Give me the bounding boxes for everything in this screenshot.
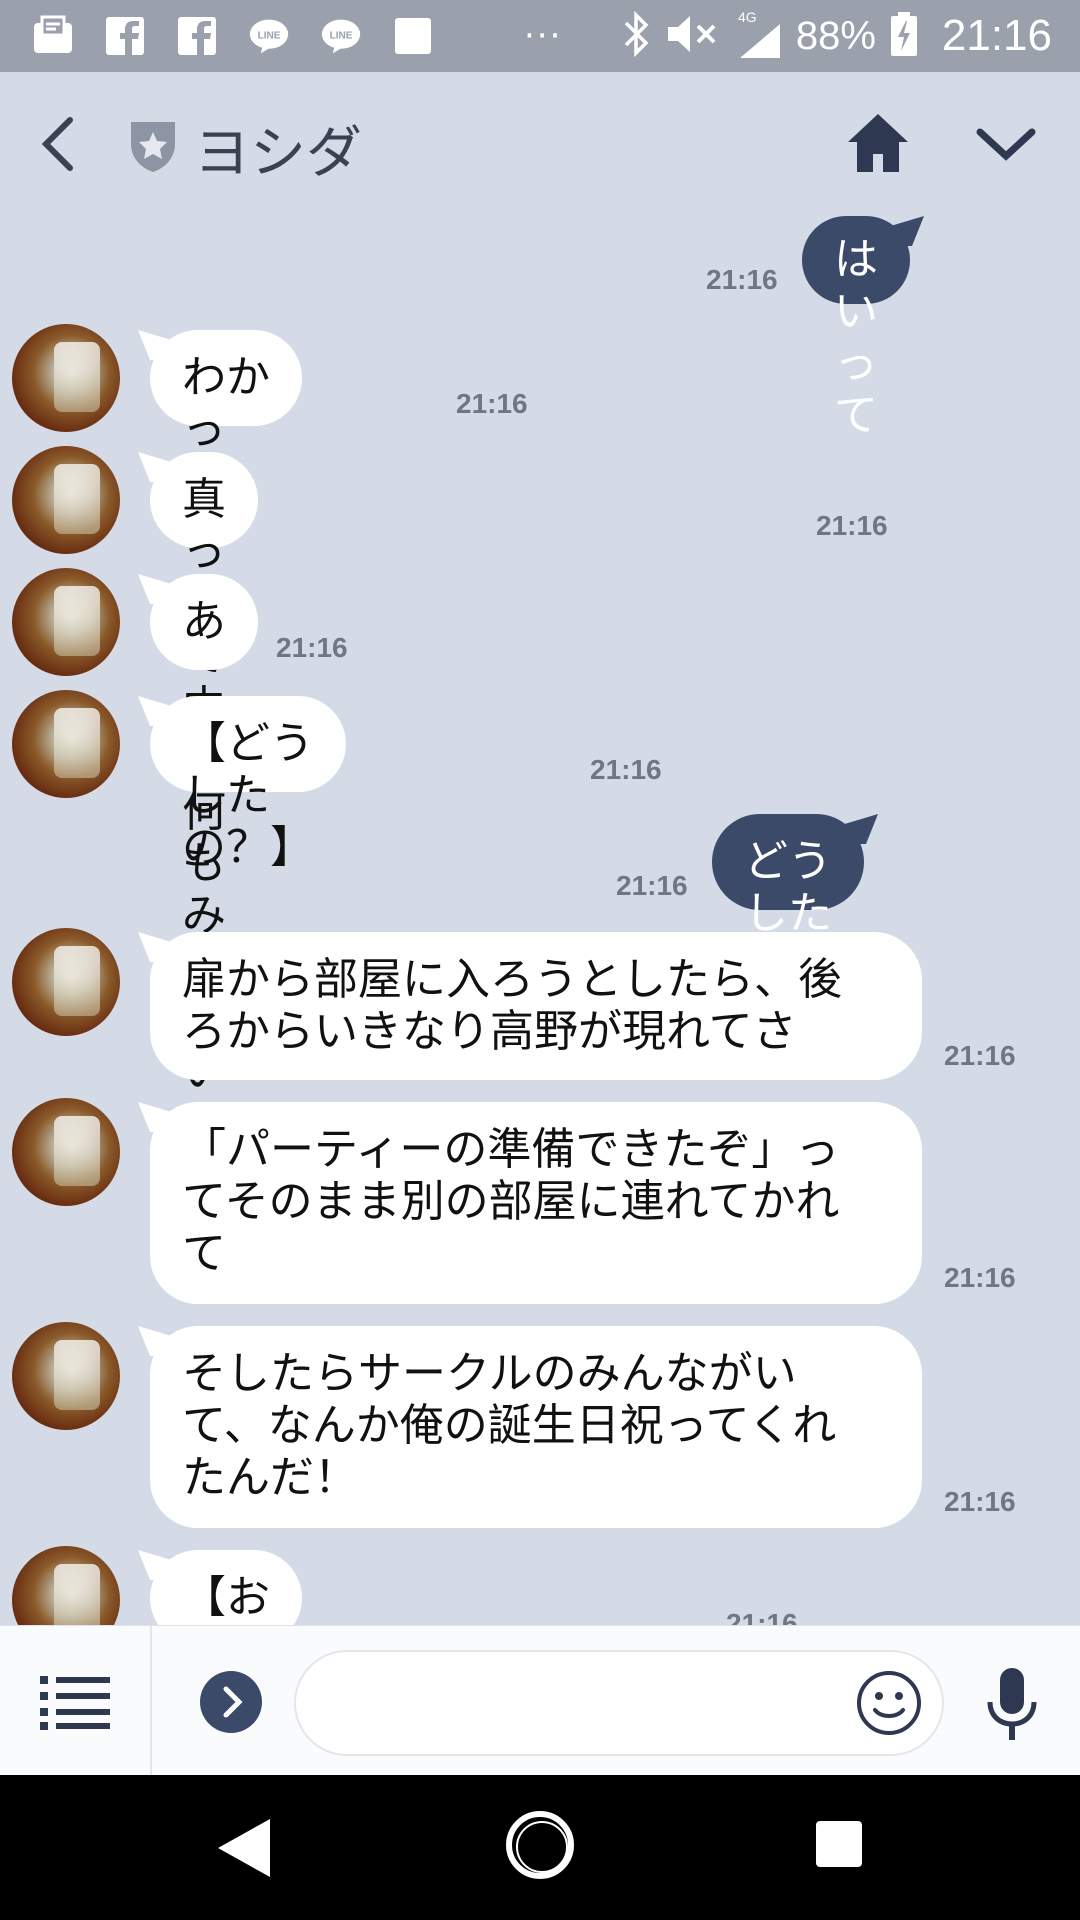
status-time: 21:16 [941, 11, 1052, 60]
message-bubble[interactable]: あ [150, 574, 258, 670]
chat-title: ヨシダ [194, 121, 362, 186]
expand-icon[interactable] [200, 1671, 262, 1733]
battery-charging-icon [890, 11, 918, 61]
status-bar: LINE LINE ··· 4G 88% 21:16 [0, 0, 1080, 72]
notification-icons: LINE LINE ··· [32, 14, 562, 58]
mail-icon [32, 15, 74, 57]
home-icon[interactable] [846, 112, 910, 174]
svg-text:LINE: LINE [330, 31, 353, 42]
microphone-icon[interactable] [984, 1666, 1040, 1746]
facebook-icon [176, 15, 218, 57]
chat-header: ヨシダ [0, 72, 1080, 212]
official-badge-icon [128, 118, 178, 174]
message-bubble[interactable]: そしたらサークルのみんながい て、なんか俺の誕生日祝ってくれ たんだ！ [150, 1326, 922, 1528]
message-bubble[interactable]: 「パーティーの準備できたぞ」っ てそのまま別の部屋に連れてかれ て [150, 1102, 922, 1304]
bluetooth-icon [620, 10, 652, 61]
message-input[interactable] [294, 1650, 944, 1756]
message-bubble[interactable]: 【どうしたの？】 [150, 696, 346, 873]
message-time: 21:16 [944, 1262, 1016, 1293]
message-list[interactable]: 21:16 はいって わかった。 21:16 真っ暗で中が何もみえないよ 21:… [0, 212, 1080, 1625]
emoji-icon[interactable] [856, 1670, 922, 1736]
nav-back-icon[interactable] [214, 1815, 274, 1881]
network-type: 4G [738, 9, 757, 25]
back-icon[interactable] [34, 114, 84, 174]
message-bubble[interactable]: 真っ暗で中が何もみえないよ [150, 452, 258, 1149]
message-bubble[interactable]: 扉から部屋に入ろうとしたら、後 ろからいきなり高野が現れてさ [150, 932, 922, 1080]
nav-recents-icon[interactable] [816, 1821, 862, 1867]
message-bubble[interactable]: 【お誕生日おめでとう】 [150, 1550, 302, 1625]
avatar[interactable] [12, 1322, 120, 1430]
avatar[interactable] [12, 568, 120, 676]
more-notifications-icon: ··· [524, 16, 563, 56]
avatar[interactable] [12, 446, 120, 554]
signal-icon: 4G [736, 8, 782, 64]
message-time: 21:16 [276, 632, 348, 663]
message-time: 21:16 [816, 510, 888, 541]
message-time: 21:16 [726, 1608, 798, 1625]
menu-list-icon[interactable] [40, 1674, 110, 1730]
svg-text:LINE: LINE [258, 31, 281, 42]
mute-icon [666, 11, 722, 61]
square-icon [392, 15, 434, 57]
message-time: 21:16 [590, 754, 662, 785]
message-bubble[interactable]: どうしたの？ [712, 814, 864, 991]
nav-home-icon[interactable] [506, 1811, 574, 1879]
avatar[interactable] [12, 1098, 120, 1206]
line-icon: LINE [320, 15, 362, 57]
message-bubble[interactable]: わかった。 [150, 330, 302, 507]
avatar[interactable] [12, 690, 120, 798]
message-time: 21:16 [944, 1040, 1016, 1071]
line-icon: LINE [248, 15, 290, 57]
message-time: 21:16 [944, 1486, 1016, 1517]
divider [150, 1626, 152, 1776]
avatar[interactable] [12, 324, 120, 432]
chevron-down-icon[interactable] [974, 124, 1038, 164]
message-time: 21:16 [616, 870, 688, 901]
status-right: 4G 88% 21:16 [620, 8, 1052, 64]
avatar[interactable] [12, 928, 120, 1036]
message-time: 21:16 [456, 388, 528, 419]
avatar[interactable] [12, 1546, 120, 1625]
message-time: 21:16 [706, 264, 778, 295]
message-bubble[interactable]: はいって [802, 216, 910, 441]
system-nav-bar [0, 1775, 1080, 1920]
facebook-icon [104, 15, 146, 57]
battery-percent: 88% [795, 13, 876, 58]
message-input-bar [0, 1625, 1080, 1776]
